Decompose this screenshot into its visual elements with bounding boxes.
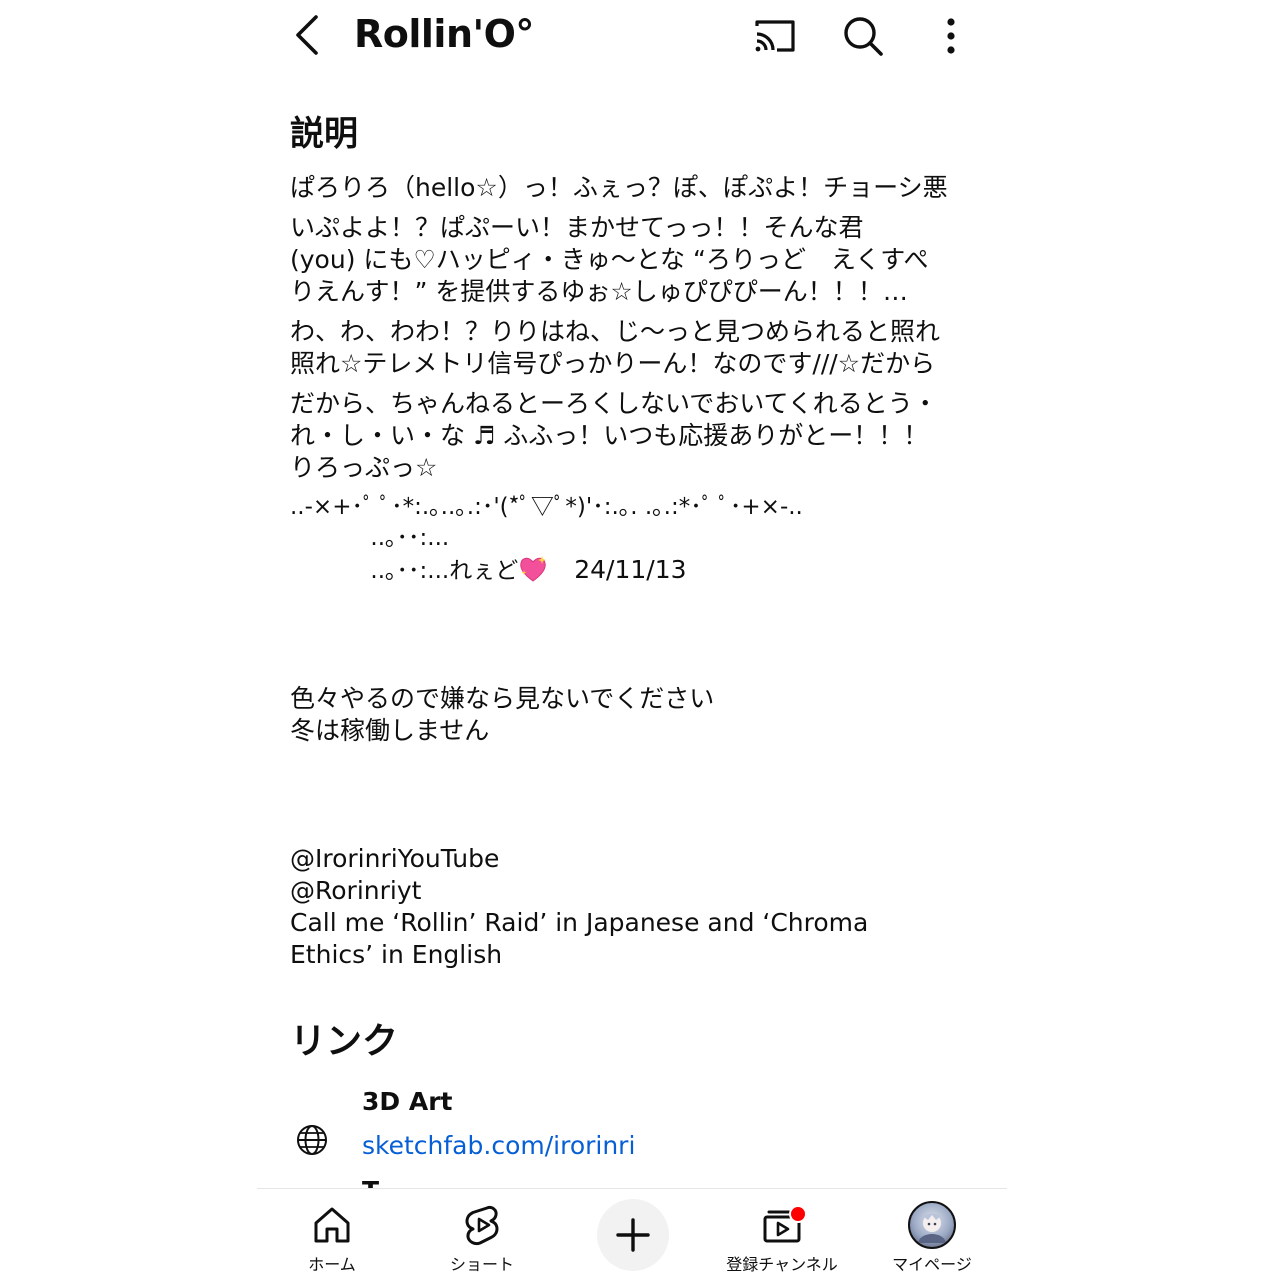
nav-home[interactable]: ホーム: [257, 1189, 407, 1280]
more-options-button[interactable]: [927, 12, 975, 60]
description-para: いぷよよ！？ぱぷーい！まかせてっっ！！そんな君 (you) にも♡ハッピィ・きゅ…: [290, 213, 929, 306]
description-heading: 説明: [290, 114, 358, 154]
sparkling-heart-icon: [520, 556, 547, 582]
back-button[interactable]: [287, 10, 327, 60]
avatar-illustration: [918, 1213, 946, 1243]
description-para: ぱろりろ（hello☆）っ！ふぇっ？ぽ、ぽぷよ！チョーシ悪: [290, 173, 948, 202]
callme-line: Ethics’ in English: [290, 940, 503, 969]
nav-label: ショート: [449, 1255, 514, 1274]
notes-block: 色々やるので嫌なら見ないでください 冬は稼働しません: [290, 683, 990, 747]
phone-screen: Rollin'O° 説明 ぱろりろ（hello☆）っ！ふぇっ？ぽ、ぽぷよ！チョー…: [257, 0, 1007, 1280]
cast-button[interactable]: [751, 12, 799, 60]
signature-line-with-date: ..｡･･:...れぇど 24/11/13: [290, 554, 990, 587]
globe-icon: [297, 1125, 327, 1155]
description-body: ぱろりろ（hello☆）っ！ふぇっ？ぽ、ぽぷよ！チョーシ悪 いぷよよ！？ぱぷーい…: [290, 172, 990, 971]
links-heading: リンク: [290, 1021, 399, 1062]
description-date: 24/11/13: [574, 555, 687, 584]
link-url[interactable]: sketchfab.com/irorinri: [362, 1129, 635, 1163]
nav-label: ホーム: [308, 1255, 356, 1274]
signature-line: ..｡･･:...: [290, 525, 450, 551]
back-chevron-icon: [296, 15, 318, 55]
description-para: わ、わ、わわ！？りりはね、じ〜っと見つめられると照れ 照れ☆テレメトリ信号ぴっか…: [290, 317, 941, 378]
nav-label: 登録チャンネル: [726, 1255, 838, 1274]
description-para: だから、ちゃんねるとーろくしないでおいてくれるとう・ れ・し・い・な ♬ ふふっ…: [290, 389, 938, 482]
kaomoji-line: ..-×+･ﾟ ﾟ･*:.｡..｡.:･'(*ﾟ▽ﾟ*)'･:.｡. .｡.:*…: [290, 494, 803, 520]
handles-block: @IrorinriYouTube @Rorinriyt Call me ‘Rol…: [290, 843, 990, 971]
avatar: [908, 1201, 956, 1249]
home-icon: [314, 1207, 350, 1243]
search-icon: [844, 17, 883, 56]
cast-icon: [755, 20, 795, 52]
handle-line: @IrorinriYouTube: [290, 844, 500, 873]
about-content: 説明 ぱろりろ（hello☆）っ！ふぇっ？ぽ、ぽぷよ！チョーシ悪 いぷよよ！？ぱ…: [290, 110, 990, 1175]
note-line: 色々やるので嫌なら見ないでください: [290, 684, 715, 713]
shorts-icon: [465, 1206, 499, 1246]
callme-line: Call me ‘Rollin’ Raid’ in Japanese and ‘…: [290, 908, 869, 937]
link-item[interactable]: 3D Art sketchfab.com/irorinri: [290, 1085, 990, 1175]
signature-text: ..｡･･:...れぇど: [290, 558, 519, 584]
channel-title: Rollin'O°: [354, 12, 534, 56]
nav-label: マイページ: [892, 1255, 972, 1274]
link-title: 3D Art: [362, 1087, 453, 1116]
top-app-bar: Rollin'O°: [257, 0, 1007, 76]
search-button[interactable]: [839, 12, 887, 60]
nav-create-button[interactable]: [597, 1199, 669, 1271]
create-plus-icon: [616, 1218, 650, 1252]
bottom-navigation: ホーム ショート 登録チャンネル マイページ: [257, 1188, 1007, 1280]
nav-subscriptions[interactable]: 登録チャンネル: [707, 1189, 857, 1280]
nav-my-page[interactable]: マイページ: [857, 1189, 1007, 1280]
handle-line: @Rorinriyt: [290, 876, 422, 905]
note-line: 冬は稼働しません: [290, 716, 490, 745]
more-vert-icon: [947, 18, 955, 54]
new-content-badge: [789, 1205, 807, 1223]
nav-shorts[interactable]: ショート: [407, 1189, 557, 1280]
